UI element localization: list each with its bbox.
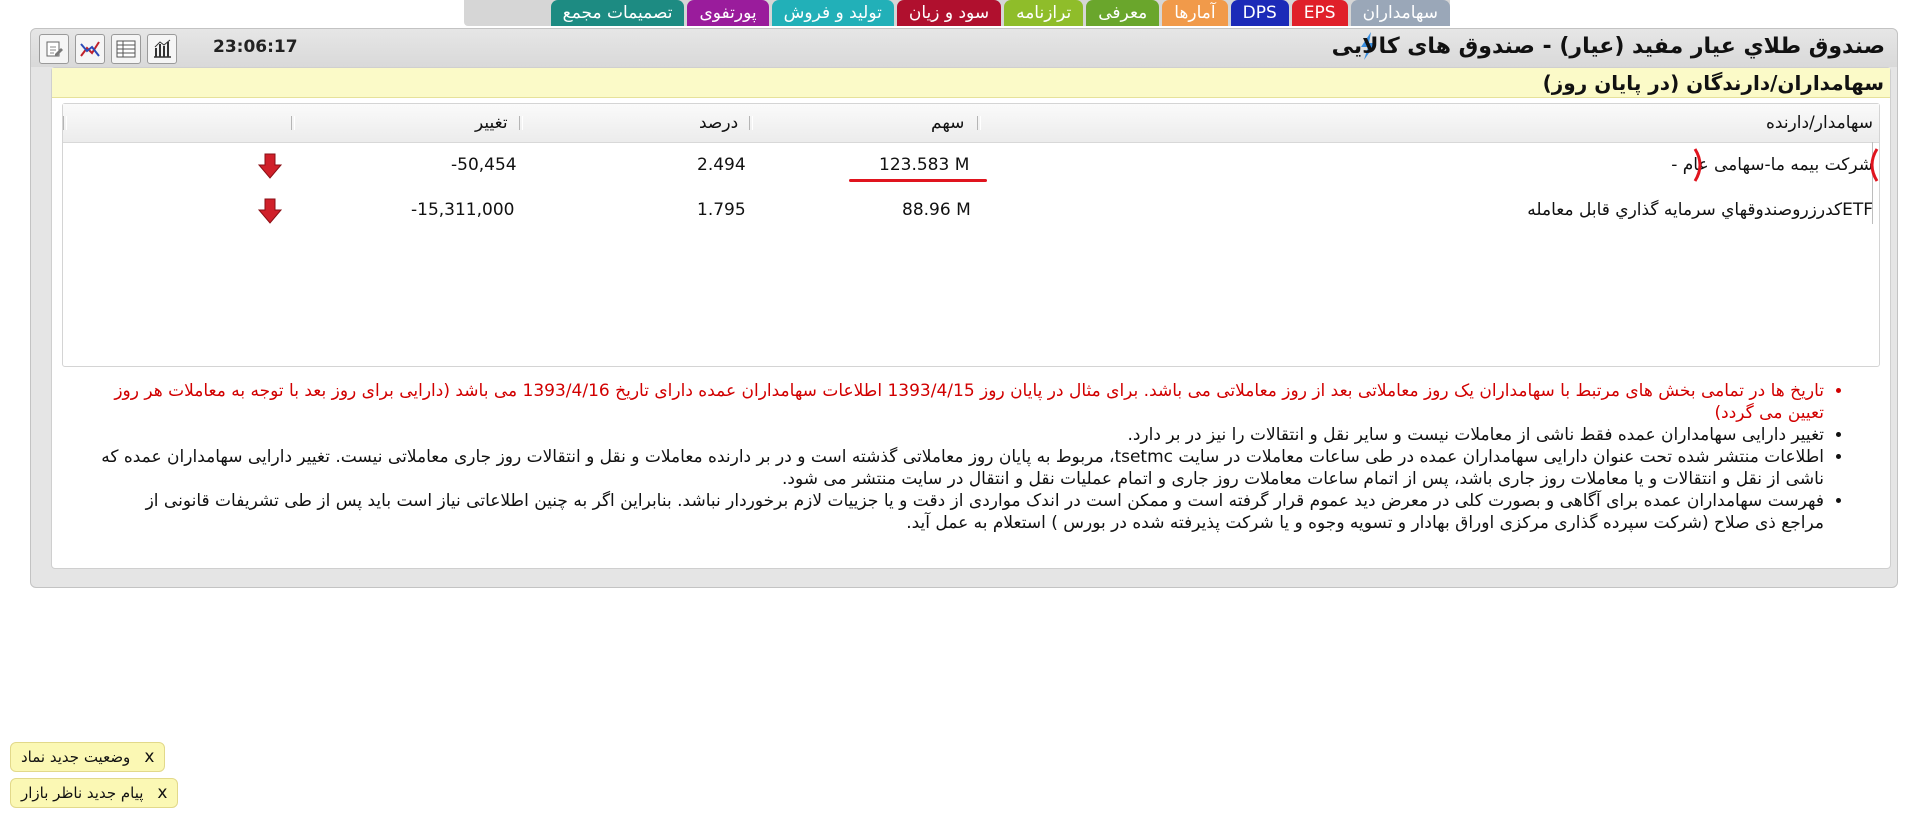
edit-icon[interactable] — [39, 34, 69, 64]
cell-share: 88.96 M — [902, 200, 971, 220]
column-resize-handle[interactable] — [63, 116, 67, 130]
toast-message: وضعیت جدید نماد — [21, 748, 131, 766]
tab-portfolio[interactable]: پورتفوی — [687, 0, 769, 26]
note-item: فهرست سهامداران عمده برای آگاهی و بصورت … — [98, 490, 1824, 534]
table-row[interactable]: ETFکدرزروصندوقهاي سرمايه گذاري قابل معام… — [63, 188, 1879, 233]
tab-shareholders[interactable]: سهامداران — [1350, 0, 1450, 26]
analysis-icon[interactable] — [75, 34, 105, 64]
tab-introduction[interactable]: معرفی — [1086, 0, 1160, 26]
tab-profit-loss[interactable]: سود و زیان — [896, 0, 1002, 26]
cell-percent: 2.494 — [697, 155, 746, 175]
window-title: صندوق طلاي عيار مفيد (عيار) - صندوق های … — [1331, 34, 1885, 59]
column-resize-handle[interactable] — [291, 116, 295, 130]
cell-change: -15,311,000 — [411, 200, 515, 220]
cell-percent: 1.795 — [697, 200, 746, 220]
shareholders-window: 23:06:17 صندوق طلاي عيار مفيد (عيار) - ص… — [30, 28, 1898, 588]
tab-eps[interactable]: EPS — [1291, 0, 1348, 26]
header-holder[interactable]: سهامدار/دارنده — [1766, 104, 1873, 142]
tab-production-sales[interactable]: تولید و فروش — [771, 0, 894, 26]
window-titlebar: 23:06:17 صندوق طلاي عيار مفيد (عيار) - ص… — [31, 29, 1897, 67]
grid-icon[interactable] — [111, 34, 141, 64]
note-item-warning: تاریخ ها در تمامی بخش های مرتبط با سهامد… — [98, 380, 1824, 424]
toast-symbol-status[interactable]: وضعیت جدید نماد x — [10, 742, 166, 772]
red-bracket-annotation — [1693, 148, 1879, 182]
shareholders-table: سهامدار/دارنده سهم درصد تغییر شرکت بیمه … — [62, 103, 1880, 367]
header-percent[interactable]: درصد — [699, 104, 738, 142]
close-button[interactable]: x — [144, 747, 154, 767]
shareholders-panel: سهامداران/دارندگان (در پایان روز) سهامدا… — [51, 67, 1891, 569]
table-row[interactable]: شرکت بیمه ما-سهامی عام - 123.583 M 2.494… — [63, 143, 1879, 188]
arrow-down-icon — [257, 198, 283, 224]
clock-time: 23:06:17 — [213, 37, 298, 57]
top-tab-bar: سهامداران EPS DPS آمارها معرفی ترازنامه … — [464, 0, 1450, 26]
note-item: اطلاعات منتشر شده تحت عنوان دارایی سهامد… — [98, 446, 1824, 490]
note-item: تغییر دارایی سهامداران عمده فقط ناشی از … — [98, 424, 1824, 446]
toast-market-supervisor[interactable]: پیام جدید ناظر بازار x — [10, 778, 179, 808]
red-underline-annotation — [849, 179, 987, 182]
tab-balance-sheet[interactable]: ترازنامه — [1004, 0, 1084, 26]
chart-icon[interactable] — [147, 34, 177, 64]
section-title: سهامداران/دارندگان (در پایان روز) — [52, 68, 1890, 98]
column-resize-handle[interactable] — [749, 116, 753, 130]
arrow-down-icon — [257, 153, 283, 179]
table-header: سهامدار/دارنده سهم درصد تغییر — [63, 104, 1879, 143]
header-share[interactable]: سهم — [931, 104, 964, 142]
window-toolbar — [39, 34, 177, 64]
tab-stats[interactable]: آمارها — [1162, 0, 1228, 26]
cell-holder[interactable]: ETFکدرزروصندوقهاي سرمايه گذاري قابل معام… — [1527, 188, 1873, 233]
column-resize-handle[interactable] — [977, 116, 981, 130]
header-change[interactable]: تغییر — [475, 104, 508, 142]
tab-dps[interactable]: DPS — [1230, 0, 1289, 26]
tab-assembly-decisions[interactable]: تصمیمات مجمع — [550, 0, 685, 26]
notes-list: تاریخ ها در تمامی بخش های مرتبط با سهامد… — [98, 380, 1850, 534]
toast-message: پیام جدید ناظر بازار — [21, 784, 144, 802]
close-button[interactable]: x — [157, 783, 167, 803]
cell-change: -50,454 — [451, 155, 517, 175]
column-resize-handle[interactable] — [519, 116, 523, 130]
